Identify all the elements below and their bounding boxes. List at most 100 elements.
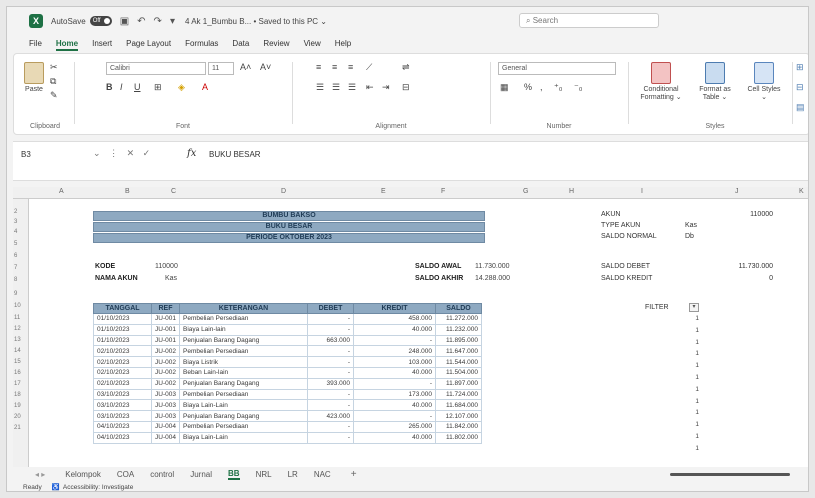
cell-debet[interactable]: -	[307, 356, 354, 368]
cell-keterangan[interactable]: Pembelian Persediaan	[179, 313, 308, 325]
middle-align-icon[interactable]: ≡	[332, 62, 337, 72]
insert-function-icon[interactable]: fx	[187, 148, 196, 159]
top-align-icon[interactable]: ≡	[316, 62, 321, 72]
kode-value[interactable]: 110000	[155, 263, 178, 270]
cell-ref[interactable]: JU-003	[151, 410, 180, 422]
column-header[interactable]: H	[569, 188, 574, 195]
row-header[interactable]: 4	[14, 229, 28, 235]
sheet-tab-bb[interactable]: BB	[228, 469, 240, 480]
column-header[interactable]: E	[381, 188, 386, 195]
filter-dropdown-icon[interactable]: ▾	[689, 303, 699, 312]
paste-button[interactable]: Paste	[22, 62, 46, 94]
row-header[interactable]: 13	[14, 337, 28, 343]
decrease-font-icon[interactable]: A˅	[260, 62, 271, 72]
cell-saldo[interactable]: 11.684.000	[435, 399, 482, 412]
cell-debet[interactable]: -	[307, 345, 354, 358]
cell-debet[interactable]: -	[307, 420, 354, 433]
redo-icon[interactable]: ↷	[154, 16, 162, 27]
filter-value[interactable]: 1	[669, 362, 699, 369]
cell-tanggal[interactable]: 02/10/2023	[93, 356, 152, 368]
cell-keterangan[interactable]: Penjualan Barang Dagang	[179, 377, 308, 390]
cell-debet[interactable]: -	[307, 366, 354, 379]
cell-saldo[interactable]: 11.724.000	[435, 388, 482, 401]
row-header[interactable]: 3	[14, 219, 28, 225]
filter-value[interactable]: 1	[669, 409, 699, 416]
cell-kredit[interactable]: -	[353, 334, 436, 347]
column-header[interactable]: F	[441, 188, 445, 195]
percent-icon[interactable]: %	[524, 82, 532, 92]
accessibility-status[interactable]: Accessibility: Investigate	[63, 484, 133, 491]
file-title[interactable]: 4 Ak 1_Bumbu B... • Saved to this PC ⌄	[185, 17, 327, 26]
align-right-icon[interactable]: ☰	[348, 82, 356, 93]
align-center-icon[interactable]: ☰	[332, 82, 340, 93]
insert-cells-icon[interactable]: ⊞	[796, 62, 804, 73]
cell-tanggal[interactable]: 01/10/2023	[93, 323, 152, 336]
underline-icon[interactable]: U	[134, 82, 141, 92]
save-icon[interactable]: ▣	[120, 16, 129, 27]
tab-file[interactable]: File	[29, 39, 42, 48]
sheet-tab-kelompok[interactable]: Kelompok	[65, 470, 101, 479]
tab-insert[interactable]: Insert	[92, 39, 112, 48]
decrease-decimal-icon[interactable]: ⁻₀	[574, 82, 583, 93]
filter-value[interactable]: 1	[669, 327, 699, 334]
wrap-text-icon[interactable]: ⇌	[402, 62, 410, 73]
cell-kredit[interactable]: 40.000	[353, 399, 436, 412]
cell-kredit[interactable]: 40.000	[353, 323, 436, 336]
cell-keterangan[interactable]: Pembelian Persediaan	[179, 420, 308, 433]
row-header[interactable]: 7	[14, 265, 28, 271]
cell-kredit[interactable]: 173.000	[353, 388, 436, 401]
saldo-normal-value[interactable]: Db	[685, 233, 694, 240]
bottom-align-icon[interactable]: ≡	[348, 62, 353, 72]
row-header[interactable]: 17	[14, 381, 28, 387]
cell-kredit[interactable]: 40.000	[353, 366, 436, 379]
column-header[interactable]: I	[641, 188, 643, 195]
cell-debet[interactable]: -	[307, 431, 354, 444]
filter-value[interactable]: 1	[669, 445, 699, 452]
filter-value[interactable]: 1	[669, 421, 699, 428]
cell-keterangan[interactable]: Biaya Lain-Lain	[179, 399, 308, 412]
enter-icon[interactable]: ✓	[143, 148, 151, 158]
sheet-tab-nac[interactable]: NAC	[314, 470, 331, 479]
row-header[interactable]: 12	[14, 326, 28, 332]
row-header[interactable]: 9	[14, 291, 28, 297]
cell-saldo[interactable]: 11.232.000	[435, 323, 482, 336]
increase-indent-icon[interactable]: ⇥	[382, 82, 390, 93]
font-name-select[interactable]: Calibri	[106, 62, 206, 75]
saldo-awal-value[interactable]: 11.730.000	[475, 263, 510, 270]
cell-ref[interactable]: JU-002	[151, 345, 180, 358]
cell-tanggal[interactable]: 03/10/2023	[93, 410, 152, 422]
sheet-tab-jurnal[interactable]: Jurnal	[190, 470, 212, 479]
format-as-table-button[interactable]: Format as Table ⌄	[692, 62, 738, 102]
horizontal-scrollbar[interactable]	[670, 473, 790, 476]
merge-center-icon[interactable]: ⊟	[402, 82, 410, 93]
customize-qat-icon[interactable]: ▾	[170, 16, 175, 27]
column-header[interactable]: J	[735, 188, 739, 195]
cell-debet[interactable]: -	[307, 388, 354, 401]
row-header[interactable]: 18	[14, 392, 28, 398]
cell-saldo[interactable]: 11.802.000	[435, 431, 482, 444]
orientation-icon[interactable]: ⟋	[366, 62, 372, 73]
saldo-kredit-value[interactable]: 0	[733, 275, 773, 282]
cell-saldo[interactable]: 11.647.000	[435, 345, 482, 358]
increase-decimal-icon[interactable]: ⁺₀	[554, 82, 563, 93]
worksheet-grid[interactable]: A B C D E F G H I J K 2 3 4 5 6 7 8 9 10…	[13, 187, 808, 467]
cell-keterangan[interactable]: Pembelian Persediaan	[179, 388, 308, 401]
italic-icon[interactable]: I	[120, 82, 123, 92]
cell-debet[interactable]: -	[307, 323, 354, 336]
cell-kredit[interactable]: 248.000	[353, 345, 436, 358]
header-debet[interactable]: DEBET	[307, 303, 354, 314]
font-size-select[interactable]: 11	[208, 62, 234, 75]
tab-view[interactable]: View	[304, 39, 321, 48]
cell-keterangan[interactable]: Penjualan Barang Dagang	[179, 334, 308, 347]
sheet-nav-icon[interactable]: ◂ ▸	[35, 470, 45, 479]
cell-debet[interactable]: 393.000	[307, 377, 354, 390]
cell-saldo[interactable]: 11.272.000	[435, 313, 482, 325]
column-header[interactable]: D	[281, 188, 286, 195]
filter-value[interactable]: 1	[669, 433, 699, 440]
autosave-toggle[interactable]: Off	[89, 16, 112, 26]
row-header[interactable]: 20	[14, 414, 28, 420]
row-header[interactable]: 8	[14, 277, 28, 283]
cell-tanggal[interactable]: 01/10/2023	[93, 313, 152, 325]
saldo-akhir-value[interactable]: 14.288.000	[475, 275, 510, 282]
cell-debet[interactable]: 423.000	[307, 410, 354, 422]
